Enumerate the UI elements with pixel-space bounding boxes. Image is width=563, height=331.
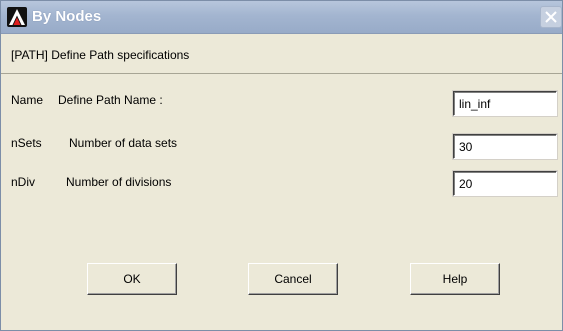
title-bar[interactable]: By Nodes (1, 1, 562, 34)
path-name-input[interactable] (453, 91, 557, 116)
ndiv-field-key: nDiv (11, 175, 36, 189)
divisions-input[interactable] (453, 171, 557, 196)
cancel-button[interactable]: Cancel (248, 263, 338, 295)
path-specifications-header: [PATH] Define Path specifications (1, 34, 562, 74)
window-title: By Nodes (32, 8, 102, 25)
nsets-field-description: Number of data sets (69, 136, 178, 150)
name-field-key: Name (11, 93, 44, 107)
by-nodes-dialog: By Nodes [PATH] Define Path specificatio… (0, 0, 563, 331)
ansys-logo-icon (7, 7, 27, 27)
help-button[interactable]: Help (410, 263, 500, 295)
data-sets-input[interactable] (453, 134, 557, 159)
header-label: [PATH] Define Path specifications (11, 48, 190, 62)
close-button[interactable] (540, 6, 562, 28)
nsets-field-key: nSets (11, 136, 42, 150)
ok-button[interactable]: OK (87, 263, 177, 295)
ndiv-field-description: Number of divisions (66, 175, 172, 189)
close-icon (545, 11, 557, 23)
name-field-description: Define Path Name : (58, 93, 163, 107)
